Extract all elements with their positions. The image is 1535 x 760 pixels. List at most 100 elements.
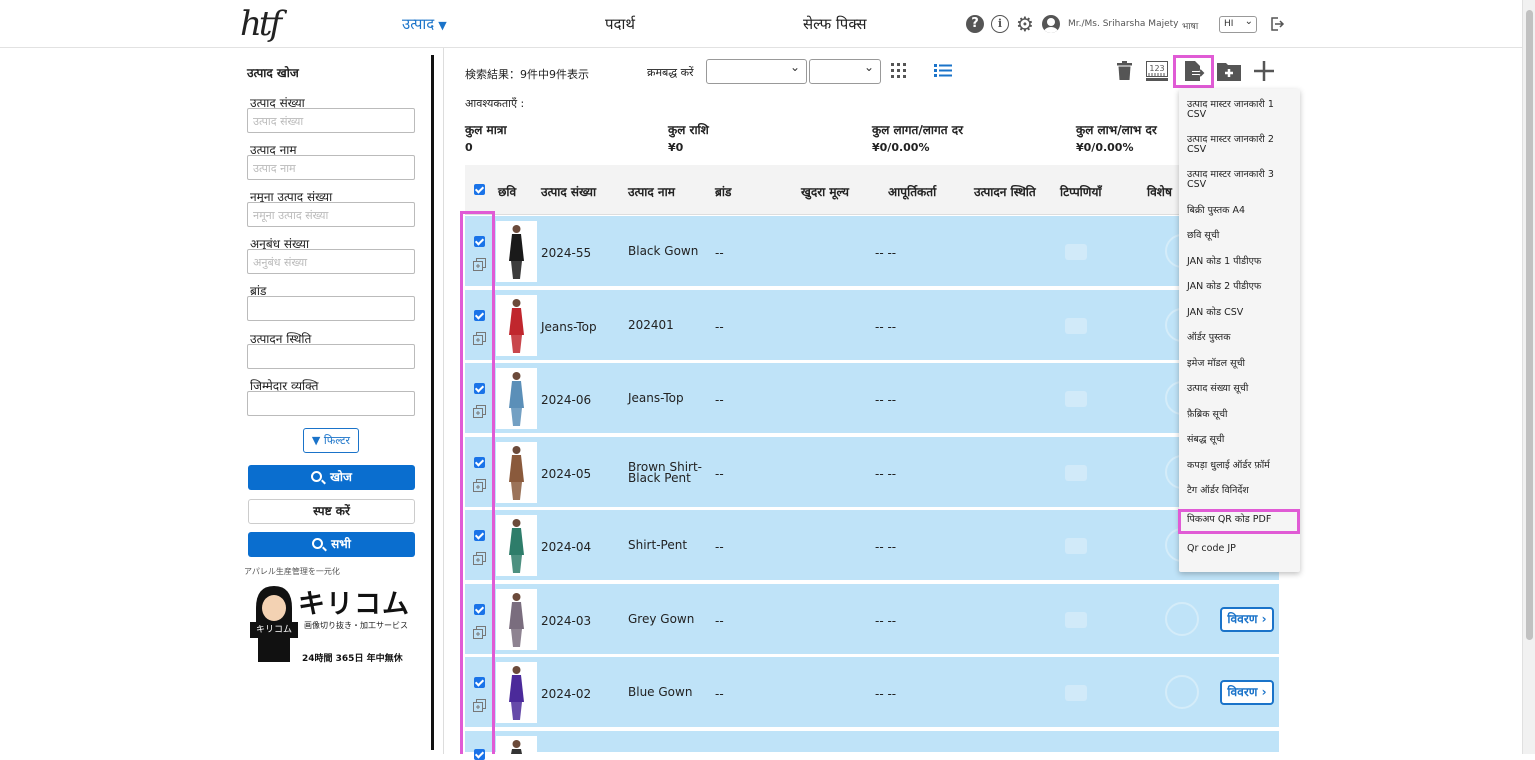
status-circle-icon[interactable]	[1165, 675, 1199, 709]
add-icon[interactable]	[1253, 60, 1275, 82]
language-select[interactable]: HI	[1219, 14, 1257, 33]
nav-materials[interactable]: पदार्थ	[605, 14, 635, 34]
export-menu-item[interactable]: उत्पाद मास्टर जानकारी 1 CSV	[1187, 100, 1295, 120]
export-menu-item[interactable]: इमेज मॉडल सूची	[1187, 359, 1295, 369]
add-folder-icon[interactable]	[1217, 61, 1241, 81]
note-icon[interactable]	[1065, 538, 1087, 554]
export-menu-item[interactable]: ऑर्डर पुस्तक	[1187, 333, 1295, 343]
clear-button[interactable]: स्पष्ट करें	[248, 499, 415, 524]
column-header[interactable]: आपूर्तिकर्ता	[888, 183, 936, 200]
search-field-input[interactable]	[247, 296, 415, 321]
table-row[interactable]: 2024-03 Grey Gown -- -- -- विवरण ›	[465, 584, 1279, 656]
chevron-down-icon: ▼	[438, 19, 447, 32]
table-row[interactable]: 2024-05 Brown Shirt- Black Pent -- -- --	[465, 437, 1279, 509]
detail-button[interactable]: विवरण ›	[1220, 607, 1274, 632]
column-header[interactable]: उत्पाद संख्या	[541, 183, 596, 200]
svg-text:123: 123	[1149, 64, 1164, 73]
table-row[interactable]: 2024-55 Black Gown -- -- --	[465, 216, 1279, 288]
product-thumbnail[interactable]	[496, 442, 537, 503]
ad-caption: アパレル生産管理を一元化	[244, 567, 340, 576]
export-menu-item[interactable]: फ़ैब्रिक सूची	[1187, 410, 1295, 420]
table-row[interactable]: 2024-06 Jeans-Top -- -- --	[465, 363, 1279, 435]
trash-icon[interactable]	[1116, 61, 1133, 80]
export-menu-item[interactable]: छवि सूची	[1187, 231, 1295, 241]
note-icon[interactable]	[1065, 391, 1087, 407]
filter-icon: ▼	[311, 434, 321, 447]
status-circle-icon[interactable]	[1165, 602, 1199, 636]
search-button[interactable]: खोज	[248, 465, 415, 490]
product-thumbnail[interactable]	[496, 515, 537, 576]
export-menu-item[interactable]: JAN कोड 1 पीडीएफ	[1187, 257, 1295, 267]
filter-button[interactable]: ▼ फिल्टर	[303, 428, 359, 453]
sort-order-select[interactable]	[809, 59, 881, 84]
detail-button[interactable]: विवरण ›	[1220, 680, 1274, 705]
detail-label: विवरण	[1227, 685, 1258, 699]
grid-view-icon[interactable]	[891, 63, 906, 78]
column-header[interactable]: उत्पादन स्थिति	[974, 183, 1036, 200]
search-field-input[interactable]	[247, 344, 415, 369]
column-header[interactable]: टिप्पणियाँ	[1060, 183, 1102, 200]
brand-cell: --	[715, 320, 724, 334]
export-menu-item[interactable]: उत्पाद मास्टर जानकारी 2 CSV	[1187, 135, 1295, 155]
product-name: Shirt-Pent	[628, 538, 688, 552]
product-thumbnail[interactable]	[496, 368, 537, 429]
list-view-icon[interactable]	[934, 64, 952, 77]
summary-label: कुल लागत/लागत दर	[872, 123, 964, 137]
main-divider	[443, 48, 444, 754]
export-menu-item[interactable]: टैग ऑर्डर विनिर्देश	[1187, 486, 1295, 496]
column-header[interactable]: ब्रांड	[715, 183, 731, 200]
sort-field-select[interactable]	[706, 59, 807, 84]
retail-price-cell: -- --	[875, 320, 897, 334]
note-icon[interactable]	[1065, 244, 1087, 260]
export-menu-item[interactable]: JAN कोड CSV	[1187, 308, 1295, 318]
note-icon[interactable]	[1065, 318, 1087, 334]
table-row[interactable]: Jeans-Top 202401 -- -- --	[465, 290, 1279, 362]
help-icon[interactable]: ?	[966, 15, 984, 33]
all-button[interactable]: सभी	[248, 532, 415, 557]
export-menu-item[interactable]: Qr code JP	[1187, 544, 1295, 554]
table-row[interactable]	[465, 731, 1279, 760]
export-menu-item[interactable]: कपड़ा धुलाई ऑर्डर फ़ॉर्म	[1187, 461, 1295, 471]
page-scrollbar[interactable]	[1522, 0, 1535, 754]
note-icon[interactable]	[1065, 685, 1087, 701]
column-header[interactable]: विशेष	[1147, 183, 1172, 200]
column-header[interactable]: खुदरा मूल्य	[801, 183, 849, 200]
search-field-input[interactable]: नमूना उत्पाद संख्या	[247, 202, 415, 227]
ad-hours: 24時間 365日 年中無休	[302, 654, 403, 664]
detail-label: विवरण	[1227, 612, 1258, 626]
table-row[interactable]: 2024-02 Blue Gown -- -- -- विवरण ›	[465, 657, 1279, 729]
export-menu-item[interactable]: उत्पाद मास्टर जानकारी 3 CSV	[1187, 170, 1295, 190]
product-number: Jeans-Top	[541, 320, 597, 334]
product-thumbnail[interactable]	[496, 295, 537, 356]
search-field-input[interactable]: उत्पाद नाम	[247, 155, 415, 180]
search-field-input[interactable]: अनुबंध संख्या	[247, 249, 415, 274]
scrollbar-thumb[interactable]	[1526, 10, 1533, 640]
product-thumbnail[interactable]	[496, 221, 537, 282]
nav-shelf-picks[interactable]: सेल्फ पिक्स	[803, 14, 867, 34]
kiricom-ad-banner[interactable]: キリコム 画像切り抜き・加工サービス キリコム 24時間 365日 年中無休	[248, 580, 418, 670]
search-field-input[interactable]: उत्पाद संख्या	[247, 108, 415, 133]
column-header[interactable]: उत्पाद नाम	[628, 183, 675, 200]
brand-logo[interactable]: htf	[240, 4, 282, 44]
gear-icon[interactable]: ⚙	[1016, 14, 1034, 34]
info-icon[interactable]: i	[991, 15, 1009, 33]
logout-icon[interactable]	[1269, 16, 1285, 32]
export-menu-item[interactable]: उत्पाद संख्या सूची	[1187, 384, 1295, 394]
note-icon[interactable]	[1065, 465, 1087, 481]
column-header[interactable]: छवि	[498, 183, 516, 200]
barcode-icon[interactable]: 123	[1146, 61, 1168, 81]
export-menu-item[interactable]: बिक्री पुस्तक A4	[1187, 206, 1295, 216]
note-icon[interactable]	[1065, 612, 1087, 628]
export-menu-item[interactable]: संबद्ध सूची	[1187, 435, 1295, 445]
product-thumbnail[interactable]	[496, 589, 537, 650]
select-all-checkbox[interactable]	[474, 184, 485, 195]
user-avatar-icon[interactable]	[1042, 15, 1060, 33]
sidebar-divider	[431, 55, 434, 750]
nav-products[interactable]: उत्पाद ▼	[402, 14, 447, 34]
search-field-input[interactable]	[247, 391, 415, 416]
table-row[interactable]: 2024-04 Shirt-Pent -- -- --	[465, 510, 1279, 582]
product-thumbnail[interactable]	[496, 736, 537, 754]
product-number: 2024-02	[541, 687, 592, 701]
export-menu-item[interactable]: JAN कोड 2 पीडीएफ	[1187, 282, 1295, 292]
product-thumbnail[interactable]	[496, 662, 537, 723]
